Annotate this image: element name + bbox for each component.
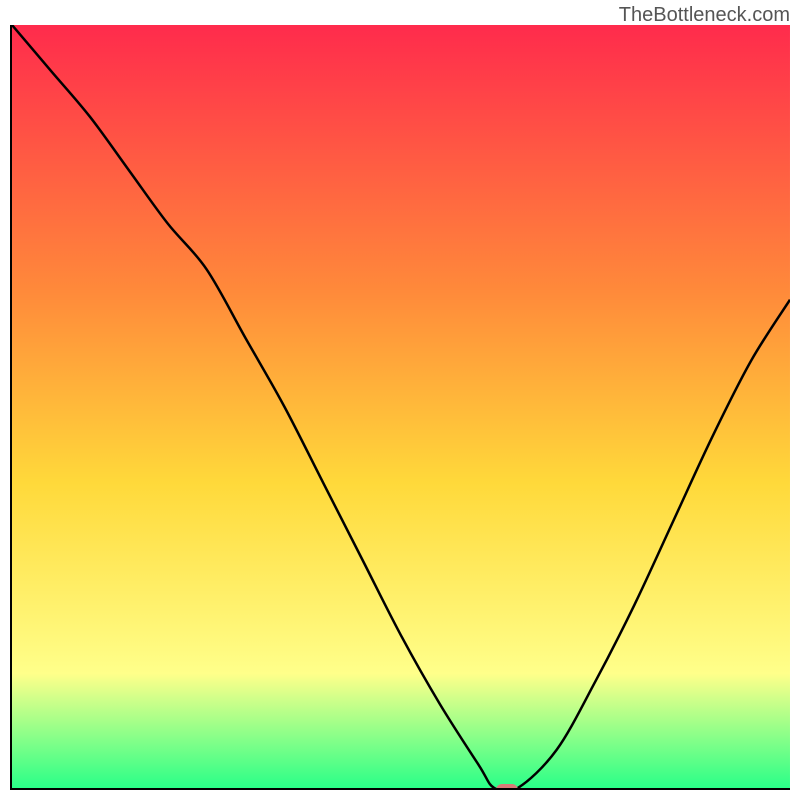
optimal-marker [496,784,518,790]
plot-area [10,25,790,790]
bottleneck-curve [12,25,790,788]
bottleneck-chart: TheBottleneck.com [0,0,800,800]
watermark-text: TheBottleneck.com [619,4,790,27]
